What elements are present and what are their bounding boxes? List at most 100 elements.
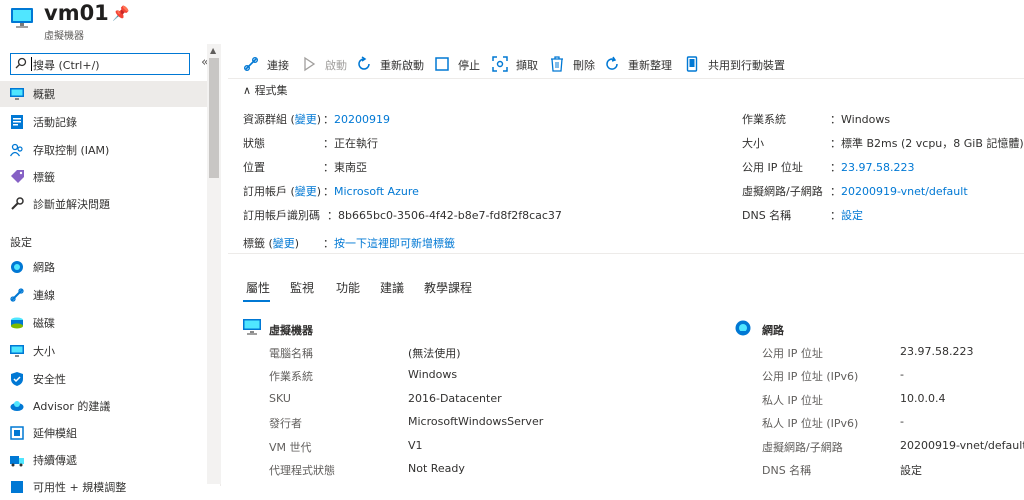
public-ip-value: ：23.97.58.223	[830, 161, 915, 174]
subscription-id-value: ：8b665bc0-3506-4f42-b8e7-fd8f2f8cac37	[327, 209, 562, 222]
tags-value: ：按一下這裡即可新增標籤	[323, 237, 455, 250]
sidebar-item-size[interactable]: 大小	[0, 338, 207, 364]
resource-group-label: 資源群組 (變更)	[243, 113, 322, 126]
vm-section-title: 虛擬機器	[269, 324, 313, 337]
resource-group-link[interactable]: 20200919	[334, 113, 390, 126]
sidebar-item-label: 安全性	[33, 373, 66, 386]
sidebar-item-label: 存取控制 (IAM)	[33, 144, 110, 157]
activity-log-icon	[11, 115, 23, 129]
advisor-icon	[10, 401, 24, 411]
status-value: ：正在執行	[323, 137, 378, 150]
sidebar-item-availability-scaling[interactable]: 可用性 + 規模調整	[0, 474, 207, 500]
publisher-value: MicrosoftWindowsServer	[408, 415, 544, 428]
pin-icon[interactable]: 📌	[112, 6, 129, 22]
add-tags-link[interactable]: 按一下這裡即可新增標籤	[334, 237, 455, 250]
scroll-up-icon[interactable]: ▲	[210, 46, 216, 55]
extensions-icon	[10, 426, 24, 440]
vnet-link[interactable]: 20200919-vnet/default	[841, 185, 968, 198]
tag-icon	[11, 170, 24, 183]
virtual-machine-icon	[11, 8, 33, 28]
sidebar-item-overview[interactable]: 概觀	[0, 81, 207, 107]
vm-generation-label: VM 世代	[269, 441, 312, 454]
sidebar-item-extensions[interactable]: 延伸模組	[0, 420, 207, 446]
sidebar-item-iam[interactable]: 存取控制 (IAM)	[0, 137, 207, 163]
public-ip-label: 公用 IP 位址	[742, 161, 803, 174]
status-label: 狀態	[243, 137, 265, 150]
sidebar-item-tags[interactable]: 標籤	[0, 164, 207, 190]
sidebar-item-continuous-delivery[interactable]: 持續傳遞	[0, 447, 207, 473]
private-ip-label: 私人 IP 位址	[762, 394, 823, 407]
page-title: vm01	[44, 1, 109, 25]
essentials-toggle[interactable]: ∧ 程式集	[243, 82, 288, 98]
os-label: 作業系統	[742, 113, 786, 126]
sidebar-item-network[interactable]: 網路	[0, 254, 207, 280]
sku-value: 2016-Datacenter	[408, 392, 502, 405]
computer-name-label: 電腦名稱	[269, 347, 313, 360]
private-ipv6-label: 私人 IP 位址 (IPv6)	[762, 417, 859, 430]
monitor-icon	[10, 88, 24, 100]
os-prop-value: Windows	[408, 368, 458, 381]
tab-monitoring[interactable]: 監視	[290, 279, 314, 296]
agent-status-value: Not Ready	[408, 462, 465, 475]
dns-configure-link[interactable]: 設定	[841, 209, 863, 222]
scale-icon	[11, 481, 23, 493]
subscription-id-label: 訂用帳戶識別碼	[243, 209, 320, 222]
toolbar-divider	[228, 78, 1024, 79]
tags-label: 標籤 (變更)	[243, 237, 300, 250]
vnet-prop-label: 虛擬網路/子網路	[762, 441, 843, 454]
sidebar-item-label: 診斷並解決問題	[33, 198, 110, 211]
public-ip-prop-link[interactable]: 23.97.58.223	[900, 345, 973, 358]
change-subscription-link[interactable]: 變更	[295, 185, 317, 198]
vnet-prop-link[interactable]: 20200919-vnet/default	[900, 439, 1024, 452]
vm-generation-value: V1	[408, 439, 423, 452]
size-value: ：標準 B2ms (2 vcpu，8 GiB 記憶體)	[830, 137, 1024, 150]
chevron-up-icon: ∧	[243, 84, 252, 97]
sidebar-item-label: 活動記錄	[33, 116, 77, 129]
play-icon	[304, 56, 316, 72]
network-section-title[interactable]: 網路	[762, 322, 784, 338]
active-tab-indicator	[243, 300, 270, 302]
sidebar-item-activity-log[interactable]: 活動記錄	[0, 109, 207, 135]
public-ip-link[interactable]: 23.97.58.223	[841, 161, 914, 174]
size-label: 大小	[742, 137, 764, 150]
sidebar-item-label: 連線	[33, 289, 55, 302]
page-header: vm01 📌 虛擬機器	[0, 0, 1024, 44]
search-placeholder: 搜尋 (Ctrl+/)	[33, 59, 100, 72]
refresh-icon	[606, 56, 618, 70]
subscription-value: ：Microsoft Azure	[323, 185, 419, 198]
network-icon	[11, 261, 23, 273]
tab-tutorials[interactable]: 教學課程	[424, 279, 472, 296]
sidebar-item-security[interactable]: 安全性	[0, 366, 207, 392]
dns-label: DNS 名稱	[742, 209, 792, 222]
scrollbar-thumb[interactable]	[209, 58, 219, 178]
subscription-link[interactable]: Microsoft Azure	[334, 185, 419, 198]
sidebar-item-label: 概觀	[33, 88, 55, 101]
sidebar-item-label: 可用性 + 規模調整	[33, 481, 127, 494]
search-input[interactable]: 搜尋 (Ctrl+/)	[10, 53, 190, 75]
dns-value: ：設定	[830, 209, 863, 222]
essentials-divider	[228, 253, 1024, 254]
network-icon	[735, 320, 751, 336]
sidebar-section-settings: 設定	[10, 236, 32, 249]
tab-capabilities[interactable]: 功能	[336, 279, 360, 296]
dns-prop-link[interactable]: 設定	[900, 462, 922, 478]
vnet-label: 虛擬網路/子網路	[742, 185, 823, 198]
change-resource-group-link[interactable]: 變更	[295, 113, 317, 126]
virtual-machine-icon	[243, 319, 261, 335]
mobile-device-icon	[686, 56, 698, 72]
change-tags-link[interactable]: 變更	[273, 237, 295, 250]
trash-icon	[551, 56, 563, 72]
sidebar-item-diagnose[interactable]: 診斷並解決問題	[0, 191, 207, 217]
tab-recommendations[interactable]: 建議	[380, 279, 404, 296]
sidebar-item-advisor[interactable]: Advisor 的建議	[0, 393, 207, 419]
os-value: ：Windows	[830, 113, 891, 126]
sidebar-scrollbar[interactable]: ▲	[207, 44, 221, 484]
resource-group-value: ：20200919	[323, 113, 390, 126]
sidebar-item-disks[interactable]: 磁碟	[0, 310, 207, 336]
tab-properties[interactable]: 屬性	[246, 279, 270, 296]
sidebar-item-connect[interactable]: 連線	[0, 282, 207, 308]
vnet-value: ：20200919-vnet/default	[830, 185, 968, 198]
sidebar-item-label: 大小	[33, 345, 55, 358]
people-icon	[10, 143, 23, 157]
connect-icon	[244, 57, 258, 71]
